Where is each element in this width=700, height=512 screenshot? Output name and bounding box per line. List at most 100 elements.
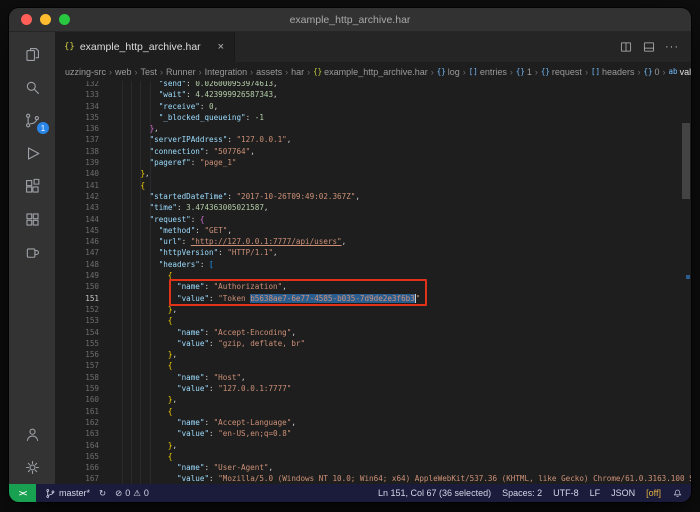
code-line[interactable]: 161 { <box>55 406 691 417</box>
code-line[interactable]: 166 "name": "User-Agent", <box>55 462 691 473</box>
notifications-bell-icon[interactable] <box>672 488 683 499</box>
line-number[interactable]: 138 <box>55 146 99 157</box>
toggle-layout-icon[interactable] <box>639 37 659 57</box>
line-number[interactable]: 164 <box>55 440 99 451</box>
code-line[interactable]: 160 }, <box>55 394 691 405</box>
line-number[interactable]: 153 <box>55 315 99 326</box>
zoom-window-button[interactable] <box>59 14 70 25</box>
code-line[interactable]: 141 { <box>55 180 691 191</box>
tab-example-http-archive[interactable]: {} example_http_archive.har × <box>55 32 235 62</box>
indentation-indicator[interactable]: Spaces: 2 <box>502 488 542 498</box>
code-line[interactable]: 156 }, <box>55 349 691 360</box>
breadcrumb-item-1[interactable]: {}1 <box>516 67 532 77</box>
code-line[interactable]: 142 "startedDateTime": "2017-10-26T09:49… <box>55 191 691 202</box>
grid-icon[interactable] <box>9 203 55 236</box>
line-number[interactable]: 146 <box>55 236 99 247</box>
code-line[interactable]: 144 "request": { <box>55 214 691 225</box>
remote-indicator[interactable]: >< <box>9 484 36 502</box>
code-line[interactable]: 155 "value": "gzip, deflate, br" <box>55 338 691 349</box>
code-line[interactable]: 151 "value": "Token b5638ae7-6e77-4585-b… <box>55 293 691 304</box>
line-number[interactable]: 166 <box>55 462 99 473</box>
code-line[interactable]: 159 "value": "127.0.0.1:7777" <box>55 383 691 394</box>
code-line[interactable]: 157 { <box>55 360 691 371</box>
minimize-window-button[interactable] <box>40 14 51 25</box>
line-number[interactable]: 142 <box>55 191 99 202</box>
line-number[interactable]: 160 <box>55 394 99 405</box>
code-line[interactable]: 138 "connection": "507764", <box>55 146 691 157</box>
breadcrumb-item-entries[interactable]: []entries <box>469 67 507 77</box>
breadcrumb-item-test[interactable]: Test <box>141 67 158 77</box>
line-number[interactable]: 159 <box>55 383 99 394</box>
breadcrumb-item-integration[interactable]: Integration <box>205 67 248 77</box>
breadcrumb-item-0[interactable]: {}0 <box>644 67 660 77</box>
code-line[interactable]: 152 }, <box>55 304 691 315</box>
editor-scrollbar[interactable] <box>681 81 691 484</box>
breadcrumb-item-value[interactable]: abvalue <box>669 67 691 77</box>
line-number[interactable]: 134 <box>55 101 99 112</box>
cursor-position[interactable]: Ln 151, Col 67 (36 selected) <box>378 488 491 498</box>
code-line[interactable]: 164 }, <box>55 440 691 451</box>
line-number[interactable]: 135 <box>55 112 99 123</box>
code-line[interactable]: 162 "name": "Accept-Language", <box>55 417 691 428</box>
code-line[interactable]: 139 "pageref": "page_1" <box>55 157 691 168</box>
search-icon[interactable] <box>9 71 55 104</box>
code-line[interactable]: 143 "time": 3.474363005021587, <box>55 202 691 213</box>
breadcrumb-item-example-http-archive-har[interactable]: {}example_http_archive.har <box>313 67 428 77</box>
code-line[interactable]: 132 "send": 0.026000953974613, <box>55 81 691 89</box>
breadcrumb-item-runner[interactable]: Runner <box>166 67 196 77</box>
line-number[interactable]: 133 <box>55 89 99 100</box>
scrollbar-thumb[interactable] <box>682 123 690 199</box>
code-line[interactable]: 150 "name": "Authorization", <box>55 281 691 292</box>
code-line[interactable]: 146 "url": "http://127.0.0.1:7777/api/us… <box>55 236 691 247</box>
close-window-button[interactable] <box>21 14 32 25</box>
git-branch[interactable]: master* <box>45 488 90 499</box>
code-line[interactable]: 134 "receive": 0, <box>55 101 691 112</box>
line-number[interactable]: 158 <box>55 372 99 383</box>
code-line[interactable]: 167 "value": "Mozilla/5.0 (Windows NT 10… <box>55 473 691 484</box>
line-number[interactable]: 145 <box>55 225 99 236</box>
code-line[interactable]: 154 "name": "Accept-Encoding", <box>55 327 691 338</box>
breadcrumb-item-headers[interactable]: []headers <box>591 67 635 77</box>
line-number[interactable]: 154 <box>55 327 99 338</box>
line-number[interactable]: 163 <box>55 428 99 439</box>
code-line[interactable]: 158 "name": "Host", <box>55 372 691 383</box>
code-line[interactable]: 145 "method": "GET", <box>55 225 691 236</box>
breadcrumb-item-har[interactable]: har <box>291 67 304 77</box>
code-line[interactable]: 133 "wait": 4.423999926587343, <box>55 89 691 100</box>
code-line[interactable]: 137 "serverIPAddress": "127.0.0.1", <box>55 134 691 145</box>
line-number[interactable]: 132 <box>55 81 99 89</box>
mug-icon[interactable] <box>9 236 55 269</box>
source-control-icon[interactable]: 1 <box>9 104 55 137</box>
line-number[interactable]: 144 <box>55 214 99 225</box>
run-debug-icon[interactable] <box>9 137 55 170</box>
line-number[interactable]: 141 <box>55 180 99 191</box>
line-number[interactable]: 137 <box>55 134 99 145</box>
line-number[interactable]: 165 <box>55 451 99 462</box>
accounts-icon[interactable] <box>9 418 55 451</box>
split-editor-icon[interactable] <box>616 37 636 57</box>
close-tab-icon[interactable]: × <box>217 41 225 53</box>
title-bar[interactable]: example_http_archive.har <box>9 8 691 32</box>
line-number[interactable]: 167 <box>55 473 99 484</box>
breadcrumb-item-web[interactable]: web <box>115 67 132 77</box>
line-number[interactable]: 148 <box>55 259 99 270</box>
line-number[interactable]: 161 <box>55 406 99 417</box>
line-number[interactable]: 156 <box>55 349 99 360</box>
line-number[interactable]: 151 <box>55 293 99 304</box>
line-number[interactable]: 139 <box>55 157 99 168</box>
breadcrumb-item-log[interactable]: {}log <box>437 67 460 77</box>
line-number[interactable]: 147 <box>55 247 99 258</box>
line-number[interactable]: 150 <box>55 281 99 292</box>
line-number[interactable]: 152 <box>55 304 99 315</box>
line-number[interactable]: 140 <box>55 168 99 179</box>
code-line[interactable]: 163 "value": "en-US,en;q=0.8" <box>55 428 691 439</box>
explorer-icon[interactable] <box>9 38 55 71</box>
line-number[interactable]: 155 <box>55 338 99 349</box>
line-number[interactable]: 149 <box>55 270 99 281</box>
code-line[interactable]: 136 }, <box>55 123 691 134</box>
problems-indicator[interactable]: ⊘ 0 ⚠ 0 <box>115 488 149 499</box>
code-line[interactable]: 148 "headers": [ <box>55 259 691 270</box>
breadcrumb-item-request[interactable]: {}request <box>541 67 582 77</box>
encoding-indicator[interactable]: UTF-8 <box>553 488 579 498</box>
extensions-icon[interactable] <box>9 170 55 203</box>
